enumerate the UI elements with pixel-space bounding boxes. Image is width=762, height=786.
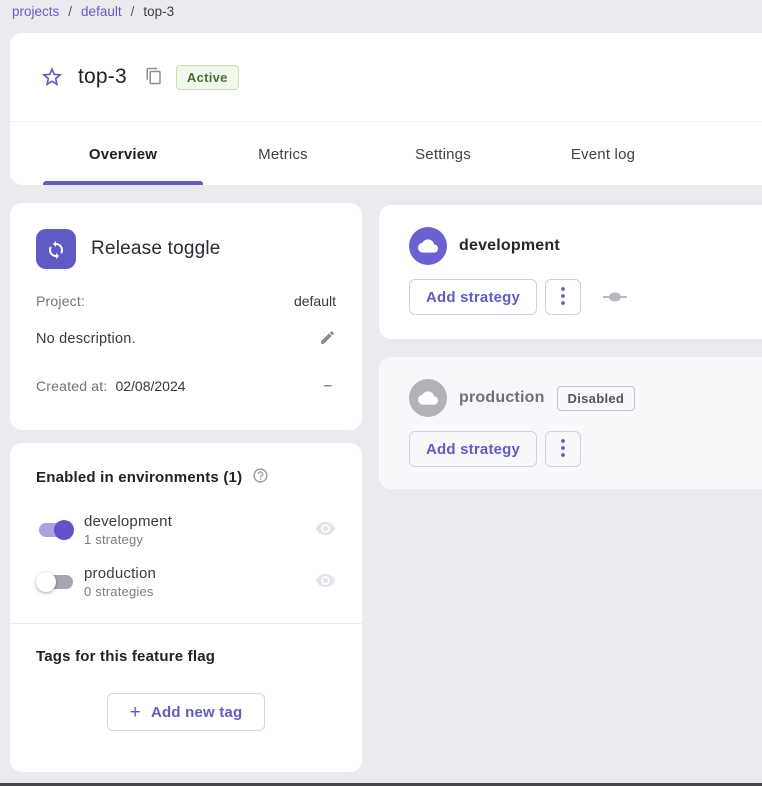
environment-card-production: production Disabled Add strategy xyxy=(379,357,762,489)
tab-event-log-label: Event log xyxy=(571,146,635,163)
feature-header-card: top-3 Active Overview Metrics Settings E… xyxy=(10,33,762,185)
created-value: 02/08/2024 xyxy=(115,378,185,394)
environment-name: production xyxy=(84,565,315,582)
more-options-button-development[interactable] xyxy=(545,279,581,315)
pencil-icon xyxy=(319,329,336,349)
created-row: Created at: 02/08/2024 – xyxy=(36,377,336,394)
minus-indicator: – xyxy=(324,377,336,394)
tab-event-log[interactable]: Event log xyxy=(523,123,683,185)
add-new-tag-button[interactable]: + Add new tag xyxy=(107,693,266,731)
tab-settings-label: Settings xyxy=(415,146,471,163)
project-row: Project: default xyxy=(36,293,336,309)
more-options-button-production[interactable] xyxy=(545,431,581,467)
feature-type-row: Release toggle xyxy=(36,229,336,269)
environment-toggle-development[interactable] xyxy=(36,518,76,542)
disabled-badge: Disabled xyxy=(557,386,636,411)
tab-overview-label: Overview xyxy=(89,146,157,163)
environment-row-production: production 0 strategies xyxy=(36,565,336,599)
environments-heading: Enabled in environments (1) xyxy=(36,469,242,486)
environment-strategy-count: 0 strategies xyxy=(84,584,315,599)
environment-toggle-production[interactable] xyxy=(36,570,76,594)
environment-strategy-count: 1 strategy xyxy=(84,532,315,547)
tab-bar: Overview Metrics Settings Event log xyxy=(43,123,683,185)
add-new-tag-label: Add new tag xyxy=(151,704,242,721)
feature-type-label: Release toggle xyxy=(91,238,221,260)
favorite-button[interactable] xyxy=(40,65,64,89)
add-strategy-button-production[interactable]: Add strategy xyxy=(409,431,537,467)
project-label: Project: xyxy=(36,293,85,309)
active-tab-indicator xyxy=(43,181,203,185)
environment-card-title: production xyxy=(459,389,545,407)
cloud-icon xyxy=(409,379,447,417)
tags-heading: Tags for this feature flag xyxy=(36,648,336,665)
breadcrumb-separator: / xyxy=(131,4,135,19)
environment-row-development: development 1 strategy xyxy=(36,513,336,547)
strategy-connector-icon xyxy=(603,291,627,303)
environment-card-title: development xyxy=(459,237,560,255)
environment-name: development xyxy=(84,513,315,530)
created-label: Created at: xyxy=(36,378,107,394)
kebab-icon xyxy=(560,286,566,309)
release-toggle-icon xyxy=(36,229,76,269)
plus-icon: + xyxy=(130,703,141,722)
breadcrumb: projects / default / top-3 xyxy=(12,4,174,19)
visibility-toggle-production[interactable] xyxy=(315,570,336,594)
tab-settings[interactable]: Settings xyxy=(363,123,523,185)
breadcrumb-link-projects[interactable]: projects xyxy=(12,4,59,19)
environments-card: Enabled in environments (1) development … xyxy=(10,443,362,772)
feature-overview-page: projects / default / top-3 top-3 Active … xyxy=(0,0,762,786)
tab-metrics-label: Metrics xyxy=(258,146,308,163)
eye-icon xyxy=(315,518,336,542)
toggle-knob xyxy=(36,572,56,592)
eye-icon xyxy=(315,570,336,594)
description-row: No description. xyxy=(36,329,336,349)
environment-card-development: development Add strategy xyxy=(379,205,762,339)
description-text: No description. xyxy=(36,331,136,347)
copy-icon xyxy=(145,67,163,88)
star-icon xyxy=(40,65,64,89)
feature-title-row: top-3 Active xyxy=(10,33,762,122)
page-title: top-3 xyxy=(78,65,127,89)
cloud-icon xyxy=(409,227,447,265)
project-value: default xyxy=(294,293,336,309)
visibility-toggle-development[interactable] xyxy=(315,518,336,542)
tab-overview[interactable]: Overview xyxy=(43,123,203,185)
kebab-icon xyxy=(560,438,566,461)
copy-name-button[interactable] xyxy=(145,67,163,88)
add-strategy-button-development[interactable]: Add strategy xyxy=(409,279,537,315)
help-icon xyxy=(252,467,269,487)
feature-details-card: Release toggle Project: default No descr… xyxy=(10,203,362,430)
breadcrumb-separator: / xyxy=(68,4,72,19)
environments-help-button[interactable] xyxy=(252,467,269,487)
breadcrumb-current-feature: top-3 xyxy=(143,4,174,19)
breadcrumb-link-project-default[interactable]: default xyxy=(81,4,122,19)
tab-metrics[interactable]: Metrics xyxy=(203,123,363,185)
section-divider xyxy=(10,623,362,624)
toggle-knob xyxy=(54,520,74,540)
status-badge: Active xyxy=(176,65,239,90)
edit-description-button[interactable] xyxy=(319,329,336,349)
